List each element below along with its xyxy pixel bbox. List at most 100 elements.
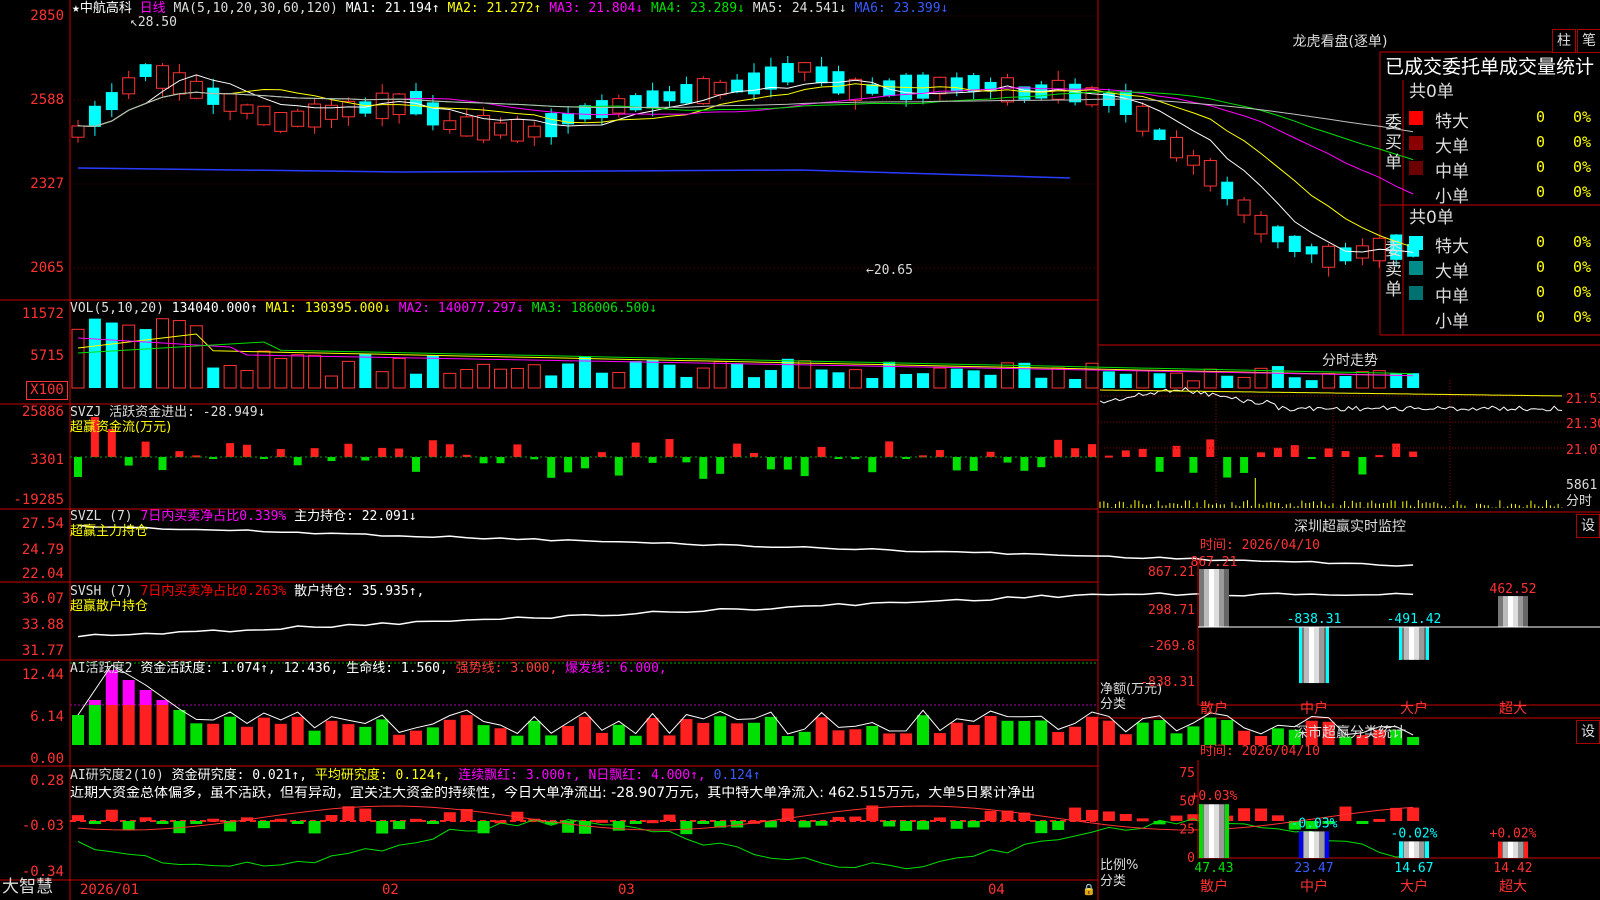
candle-body (1237, 199, 1251, 216)
active-bar (88, 705, 101, 745)
main-chart-canvas[interactable]: 867.21298.71-269.8-838.31867.21散户-838.31… (0, 0, 1600, 900)
ai-research-title: AI研究度2(10) (70, 768, 164, 783)
research-bar (257, 821, 270, 829)
vol-header: VOL(5,10,20) 134040.000↑ MA1: 130395.000… (70, 301, 657, 316)
monitor-bar-label: 867.21 (1191, 555, 1238, 570)
candle-body (1288, 235, 1301, 253)
candle-body (460, 116, 474, 137)
active-bar (376, 719, 389, 745)
svzj-subtitle: 超赢资金流(万元) (70, 420, 172, 435)
vol-unit-badge[interactable]: X100 (26, 381, 68, 400)
volume-bar (122, 324, 136, 389)
price-axis-tick: 2850 (30, 8, 64, 24)
fund-flow-bar (479, 457, 488, 464)
active-bar (781, 735, 794, 745)
ma1-value: MA1: 21.194↑ (345, 1, 440, 16)
active-bar (257, 717, 270, 745)
active-bar (917, 715, 929, 745)
active-bar (426, 727, 439, 745)
candle-body (494, 122, 507, 136)
price-high-mark: ↖28.50 (130, 15, 177, 30)
research-bar (342, 806, 355, 821)
active-bar (748, 722, 760, 745)
volume-bar (1119, 373, 1132, 388)
classify-value-label: 47.43 (1194, 861, 1233, 876)
fund-flow-bar (766, 457, 775, 470)
classify-settings-button[interactable]: 设 (1576, 720, 1600, 744)
active-bar (105, 705, 118, 745)
candle-body (527, 125, 541, 138)
volume-bar (359, 353, 372, 388)
research-bar (562, 821, 575, 833)
candle-body (815, 66, 828, 84)
minute-vol-unit: 分时 (1566, 494, 1593, 509)
active-bar (680, 719, 693, 745)
vol-value: 134040.000↑ (171, 301, 258, 316)
classify-bar-stripe (1518, 841, 1523, 858)
active-bar (1086, 716, 1098, 745)
candle-body (189, 80, 203, 99)
active-bar (1052, 732, 1065, 745)
monitor-category-label: 散户 (1200, 700, 1228, 717)
svzl-ratio: 7日内买卖净占比0.339% (140, 509, 287, 524)
vol-title: VOL(5,10,20) (70, 301, 164, 316)
stock-name[interactable]: ★中航高科 (72, 1, 132, 16)
active-bar (241, 726, 253, 745)
active-bar (1119, 734, 1132, 745)
sell-row-percent: 0% (1573, 308, 1592, 326)
tab-tick-detail[interactable]: 笔 (1577, 29, 1600, 53)
tab-bar-chart[interactable]: 柱 (1552, 29, 1576, 53)
svsh-axis-tick: 36.07 (21, 591, 64, 607)
active-bar (308, 730, 321, 745)
classify-value-label: 14.42 (1493, 861, 1532, 876)
candle-body (713, 81, 727, 96)
sell-color-swatch (1409, 261, 1423, 275)
candle-body (122, 77, 136, 95)
fund-flow-bar (1020, 457, 1029, 471)
period-label[interactable]: 日线 (140, 1, 166, 16)
candle-body (646, 90, 659, 109)
volume-bar (189, 325, 203, 389)
stock-header: ★中航高科 日线 MA(5,10,20,30,60,120) MA1: 21.1… (72, 1, 948, 16)
active-bar (274, 723, 287, 745)
sell-row-count: 0 (1536, 283, 1546, 301)
fund-flow-bar (1088, 444, 1096, 457)
ai-research-header: AI研究度2(10) 资金研究度: 0.021↑, 平均研究度: 0.124↑,… (70, 768, 761, 783)
candle-body (798, 62, 812, 73)
research-bar (950, 821, 963, 829)
buy-side-label: 委买单 (1385, 113, 1402, 173)
buy-color-swatch (1409, 161, 1423, 175)
svsh-header: SVSH (7) 7日内买卖净占比0.263% 散户持仓: 35.935↑, (70, 584, 424, 599)
svzj-axis-tick: -19285 (13, 492, 64, 508)
volume-bar (156, 318, 169, 389)
ma6-value: MA6: 23.399↓ (854, 1, 949, 16)
classify-bar-stripe (1219, 804, 1224, 858)
classify-bar-stripe (1508, 841, 1513, 858)
classify-bar-edge (1399, 841, 1403, 858)
candle-body (71, 125, 85, 138)
volume-bar (1339, 375, 1352, 388)
volume-bar (866, 378, 879, 388)
candle-body (764, 66, 777, 90)
research-bar (832, 816, 845, 821)
monitor-settings-button[interactable]: 设 (1576, 514, 1600, 538)
research-bar (410, 818, 422, 822)
ai-active-axis-tick: 6.14 (30, 709, 64, 725)
vol-axis-tick: 11572 (21, 306, 64, 322)
research-bar (325, 814, 338, 821)
monitor-title: 深圳超赢实时监控 (1294, 519, 1406, 535)
active-bar (629, 735, 642, 745)
classify-bar-edge (1325, 831, 1329, 858)
candle-body (917, 74, 929, 99)
monitor-bar-stripe (1404, 627, 1409, 660)
active-bar (1238, 730, 1251, 745)
sell-row-name: 小单 (1435, 312, 1469, 332)
classify-bar-stripe (1209, 804, 1214, 858)
volume-bar (1305, 380, 1318, 388)
active-bar (1102, 720, 1115, 745)
candle-body (291, 110, 305, 127)
classify-bar-edge (1299, 831, 1303, 858)
active-bar (832, 730, 845, 745)
monitor-bar-stripe (1314, 627, 1319, 684)
lock-icon[interactable]: 🔒 (1082, 882, 1096, 897)
